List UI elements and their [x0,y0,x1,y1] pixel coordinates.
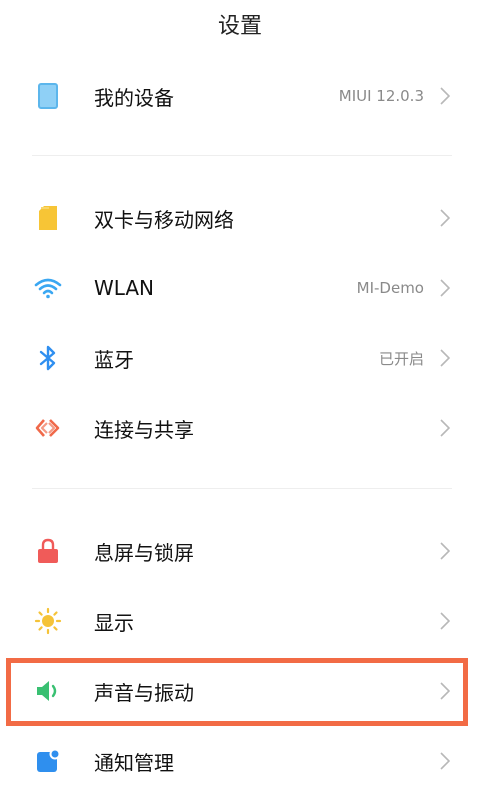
device-icon [34,82,62,110]
wifi-icon [34,274,62,302]
sim-card-icon [34,204,62,232]
chevron-right-icon [438,418,452,438]
settings-item-label: 我的设备 [94,85,174,110]
settings-item-bluetooth[interactable]: 蓝牙 已开启 [0,323,480,393]
settings-item-value: 已开启 [378,349,424,368]
settings-item-notifications[interactable]: 通知管理 [0,726,480,796]
settings-item-value: MIUI 12.0.3 [338,87,424,105]
settings-item-lock-screen[interactable]: 息屏与锁屏 [0,516,480,586]
highlight-box [6,658,468,726]
chevron-right-icon [438,611,452,631]
chevron-right-icon [438,751,452,771]
sun-icon [34,607,62,635]
settings-item-my-device[interactable]: 我的设备 MIUI 12.0.3 [0,61,480,131]
chevron-right-icon [438,278,452,298]
settings-item-label: 显示 [94,610,134,635]
settings-item-display[interactable]: 显示 [0,586,480,656]
chevron-right-icon [438,348,452,368]
settings-item-sim-network[interactable]: 双卡与移动网络 [0,183,480,253]
settings-item-value: MI-Demo [356,279,424,297]
notification-icon [34,747,62,775]
connection-share-icon [34,414,62,442]
chevron-right-icon [438,541,452,561]
bluetooth-icon [34,344,62,372]
settings-item-label: WLAN [94,276,155,300]
section-divider [32,488,452,489]
section-divider [32,155,452,156]
settings-item-label: 息屏与锁屏 [94,540,194,565]
chevron-right-icon [438,86,452,106]
settings-item-connection-share[interactable]: 连接与共享 [0,393,480,463]
settings-item-wlan[interactable]: WLAN MI-Demo [0,253,480,323]
settings-item-label: 双卡与移动网络 [94,207,234,232]
page-title: 设置 [217,14,262,39]
settings-item-label: 通知管理 [94,750,174,775]
settings-item-label: 蓝牙 [94,347,134,372]
lock-icon [34,537,62,565]
settings-item-label: 连接与共享 [94,417,194,442]
chevron-right-icon [438,208,452,228]
